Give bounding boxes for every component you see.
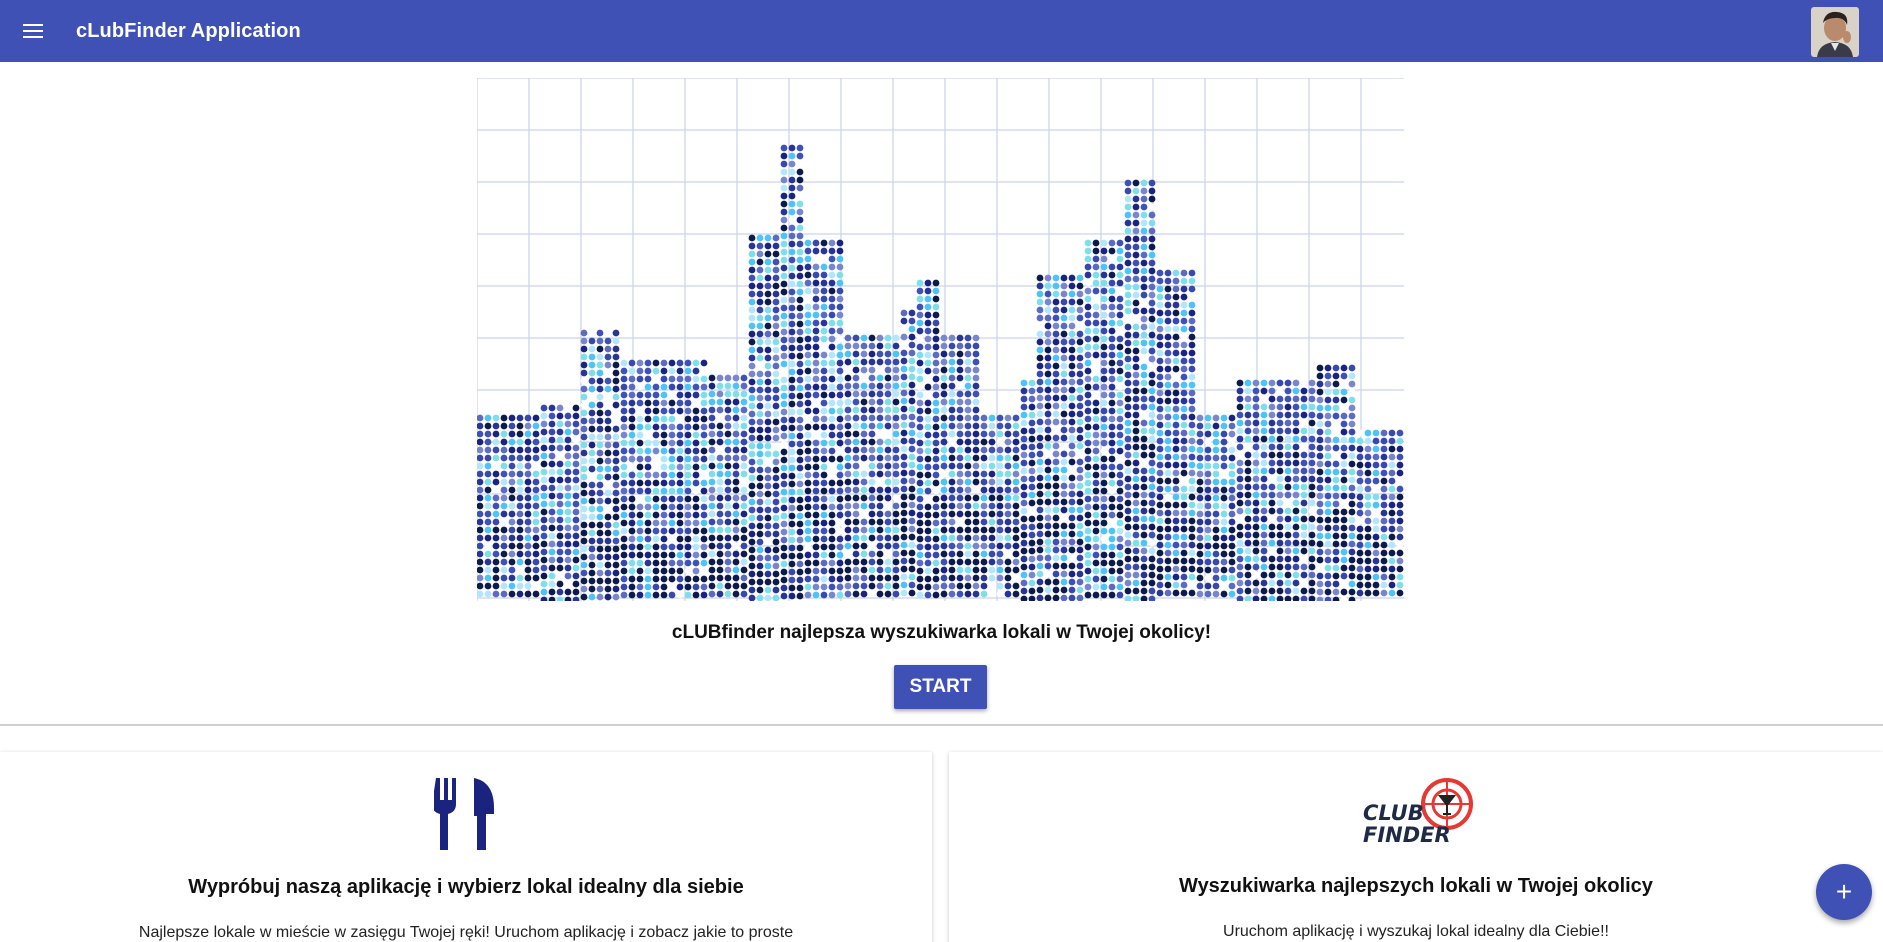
- add-fab-button[interactable]: +: [1816, 864, 1872, 920]
- start-button[interactable]: START: [894, 665, 987, 709]
- svg-text:CLUB: CLUB: [1363, 801, 1424, 825]
- svg-text:FINDER: FINDER: [1363, 823, 1451, 847]
- plus-icon: +: [1835, 876, 1853, 907]
- section-divider: [0, 724, 1883, 726]
- menu-button[interactable]: [0, 0, 66, 62]
- hero-skyline-image: [477, 78, 1404, 601]
- menu-icon: [23, 24, 43, 38]
- card-title: Wyszukiwarka najlepszych lokali w Twojej…: [1179, 875, 1653, 897]
- card-title: Wypróbuj naszą aplikację i wybierz lokal…: [188, 876, 744, 898]
- card-text: Uruchom aplikację i wyszukaj lokal ideal…: [1223, 923, 1609, 940]
- club-finder-logo: CLUB FINDER: [1363, 778, 1473, 847]
- tagline: cLUBfinder najlepsza wyszukiwarka lokali…: [671, 622, 1212, 643]
- card-text: Najlepsze lokale w mieście w zasięgu Two…: [138, 924, 794, 941]
- user-avatar[interactable]: [1811, 7, 1859, 57]
- top-toolbar: cLubFinder Application: [0, 0, 1883, 62]
- app-title: cLubFinder Application: [76, 19, 301, 42]
- feature-card-search: CLUB FINDER Wyszukiwarka najlepszych lok…: [949, 752, 1883, 942]
- feature-card-restaurants: Wypróbuj naszą aplikację i wybierz lokal…: [0, 752, 932, 942]
- fork-knife-icon: [434, 778, 494, 850]
